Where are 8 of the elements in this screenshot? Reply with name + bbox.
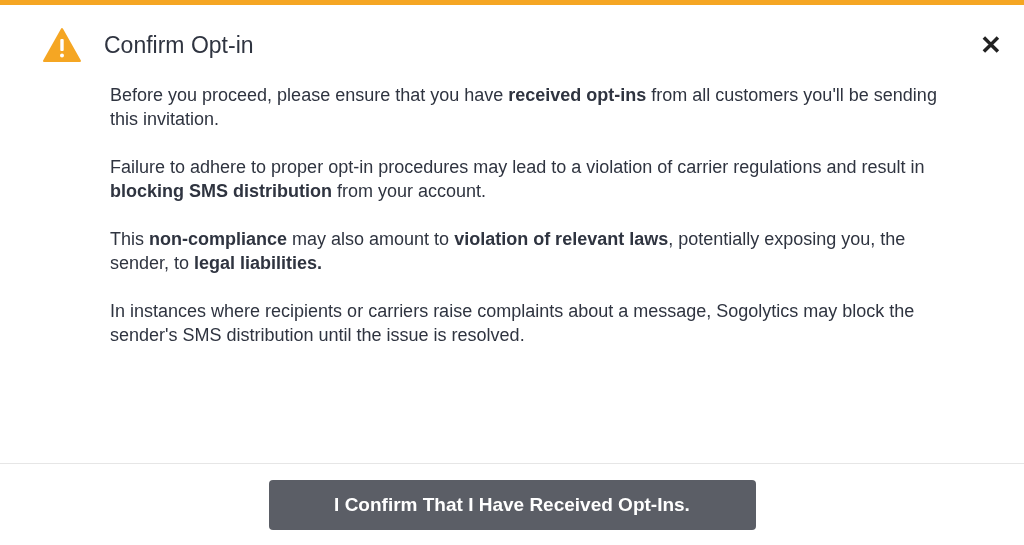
confirm-button[interactable]: I Confirm That I Have Received Opt-Ins. (268, 480, 756, 530)
close-button[interactable]: ✕ (980, 32, 1002, 58)
message-paragraph: Failure to adhere to proper opt-in procedures may lead to a violation of carrier regulations and result in blocking SMS distribution from your account. (110, 156, 926, 203)
message-paragraph: This non-compliance may also amount to violation of relevant laws, potentially exposing you, the sender, to legal liabilities. (110, 228, 907, 275)
warning-icon (42, 27, 82, 63)
dialog-title: Confirm Opt-in (104, 30, 254, 60)
message-paragraph: Before you proceed, please ensure that you have received opt-ins from all customers you'll be sending this invitation. (110, 84, 938, 131)
message-paragraph: In instances where recipients or carriers raise complaints about a message, Sogolytics may block the sender's SMS distribution until the issue is resolved. (110, 300, 916, 347)
